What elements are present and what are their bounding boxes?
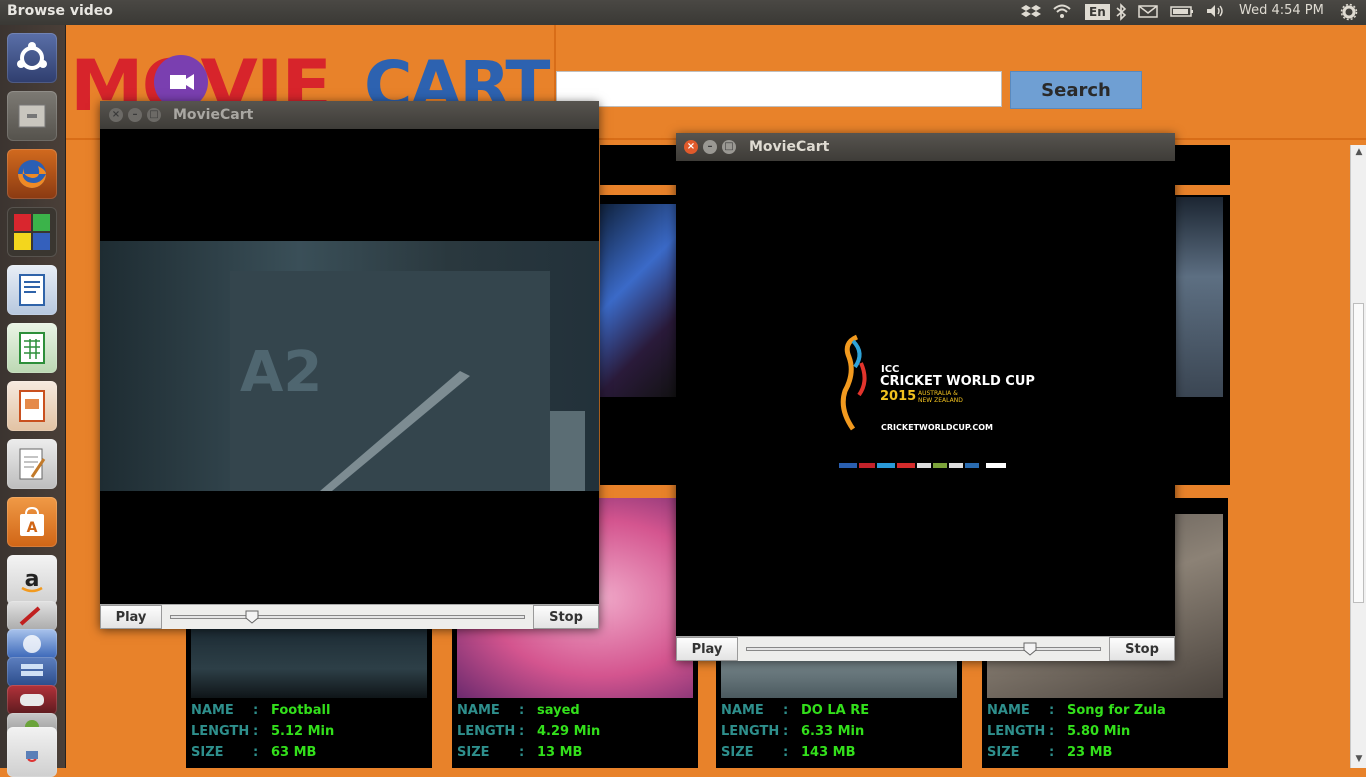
video-length: 4.29 Min	[537, 724, 601, 739]
minimize-icon[interactable]: –	[703, 140, 717, 154]
name-label: NAME	[987, 703, 1030, 718]
video-info: NAME: sayed LENGTH:4.29 Min SIZE:13 MB	[457, 703, 601, 760]
app-grid-icon[interactable]	[7, 207, 57, 257]
video-name: sayed	[537, 703, 580, 718]
player-window-titlebar[interactable]: × – □ MovieCart	[100, 101, 599, 129]
volume-icon[interactable]	[1205, 3, 1225, 21]
player-window-2[interactable]: × – □ MovieCart ICC CRICKET WORLD CUP 20…	[676, 133, 1175, 661]
cricket-logo-graphic	[839, 333, 869, 433]
java-icon[interactable]	[7, 727, 57, 777]
player-window-title: MovieCart	[749, 139, 830, 155]
seek-slider[interactable]	[170, 615, 525, 619]
minimize-icon[interactable]: –	[128, 108, 142, 122]
software-center-icon[interactable]: A	[7, 497, 57, 547]
maximize-icon[interactable]: □	[722, 140, 736, 154]
dropbox-icon[interactable]	[1021, 3, 1041, 21]
window-title: Browse video	[7, 3, 113, 19]
tool-app-icon[interactable]	[7, 601, 57, 631]
wifi-icon[interactable]	[1052, 3, 1072, 21]
launcher: A a	[0, 25, 66, 777]
maximize-icon[interactable]: □	[147, 108, 161, 122]
poster-year: 2015	[880, 389, 917, 404]
mail-icon[interactable]	[1138, 3, 1158, 21]
play-button[interactable]: Play	[676, 637, 738, 661]
name-label: NAME	[721, 703, 764, 718]
video-length: 6.33 Min	[801, 724, 865, 739]
top-panel: Browse video En Wed 4:54 PM	[0, 0, 1366, 25]
clock[interactable]: Wed 4:54 PM	[1239, 3, 1324, 21]
files-icon[interactable]	[7, 91, 57, 141]
poster-hosts-1: AUSTRALIA &	[918, 390, 958, 397]
thumbnail-partial	[1176, 197, 1223, 397]
libreoffice-writer-icon[interactable]	[7, 265, 57, 315]
thumbnail-partial	[600, 204, 678, 397]
seek-slider-knob[interactable]	[1023, 641, 1037, 656]
video-name: Football	[271, 703, 331, 718]
battery-icon[interactable]	[1170, 3, 1194, 21]
video-size: 13 MB	[537, 745, 583, 760]
video-info: NAME: DO LA RE LENGTH:6.33 Min SIZE:143 M…	[721, 703, 870, 760]
size-label: SIZE	[987, 745, 1020, 760]
sponsor-logos	[839, 456, 1006, 468]
svg-text:A: A	[27, 520, 38, 536]
scroll-down-icon[interactable]: ▼	[1354, 754, 1364, 766]
video-info: NAME: Song for Zula LENGTH:5.80 Min SIZE:…	[987, 703, 1166, 760]
size-label: SIZE	[457, 745, 490, 760]
media-app-icon[interactable]	[7, 685, 57, 715]
firefox-icon[interactable]	[7, 149, 57, 199]
svg-text:A2: A2	[240, 340, 322, 405]
video-size: 143 MB	[801, 745, 856, 760]
scroll-up-icon[interactable]: ▲	[1354, 147, 1364, 159]
text-editor-icon[interactable]	[7, 439, 57, 489]
video-length: 5.80 Min	[1067, 724, 1131, 739]
video-name: DO LA RE	[801, 703, 870, 718]
size-label: SIZE	[721, 745, 754, 760]
length-label: LENGTH	[457, 724, 516, 739]
libreoffice-calc-icon[interactable]	[7, 323, 57, 373]
name-label: NAME	[457, 703, 500, 718]
stacked-app-icon[interactable]	[7, 657, 57, 687]
power-gear-icon[interactable]	[1340, 3, 1358, 21]
search-button[interactable]: Search	[1010, 71, 1142, 109]
stop-button[interactable]: Stop	[1109, 637, 1175, 661]
app-icon-blue[interactable]	[7, 629, 57, 659]
player-window-title: MovieCart	[173, 107, 254, 123]
close-icon[interactable]: ×	[684, 140, 698, 154]
bluetooth-icon[interactable]	[1115, 3, 1127, 21]
video-info: NAME: Football LENGTH:5.12 Min SIZE:63 MB	[191, 703, 335, 760]
video-size: 63 MB	[271, 745, 317, 760]
play-button[interactable]: Play	[100, 605, 162, 629]
length-label: LENGTH	[987, 724, 1046, 739]
size-label: SIZE	[191, 745, 224, 760]
player-window-titlebar[interactable]: × – □ MovieCart	[676, 133, 1175, 161]
video-name: Song for Zula	[1067, 703, 1166, 718]
video-frame: A2	[100, 241, 599, 491]
seek-slider-knob[interactable]	[245, 609, 259, 624]
close-icon[interactable]: ×	[109, 108, 123, 122]
ubuntu-dash-icon[interactable]	[7, 33, 57, 83]
player-controls: Play Stop	[100, 604, 599, 629]
video-size: 23 MB	[1067, 745, 1113, 760]
poster-hosts-2: NEW ZEALAND	[918, 397, 963, 404]
svg-text:a: a	[25, 567, 40, 592]
player-controls: Play Stop	[676, 636, 1175, 661]
seek-slider[interactable]	[746, 647, 1101, 651]
poster-url: CRICKETWORLDCUP.COM	[881, 423, 993, 432]
scrollbar-thumb[interactable]	[1353, 303, 1364, 603]
length-label: LENGTH	[191, 724, 250, 739]
player-window-1[interactable]: × – □ MovieCart A2 Play Stop	[100, 101, 599, 629]
length-label: LENGTH	[721, 724, 780, 739]
search-input[interactable]	[556, 71, 1002, 107]
video-length: 5.12 Min	[271, 724, 335, 739]
video-thumbnail[interactable]	[721, 658, 957, 698]
video-thumbnail[interactable]	[191, 625, 427, 698]
libreoffice-impress-icon[interactable]	[7, 381, 57, 431]
video-frame: ICC CRICKET WORLD CUP 2015 AUSTRALIA & N…	[676, 161, 1175, 636]
amazon-icon[interactable]: a	[7, 555, 57, 605]
poster-title: CRICKET WORLD CUP	[880, 374, 1035, 389]
vertical-scrollbar[interactable]: ▲ ▼	[1350, 145, 1366, 768]
name-label: NAME	[191, 703, 234, 718]
stop-button[interactable]: Stop	[533, 605, 599, 629]
keyboard-language-indicator[interactable]: En	[1085, 4, 1110, 20]
